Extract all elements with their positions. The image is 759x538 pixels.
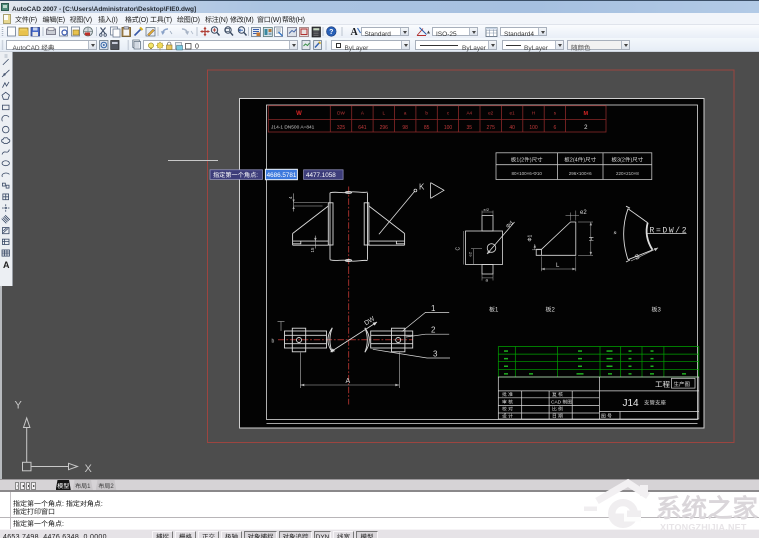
svg-text:板3(2件)尺寸: 板3(2件)尺寸 <box>612 155 644 163</box>
svg-text:a: a <box>404 110 407 116</box>
svg-text:C: C <box>455 246 462 250</box>
svg-text:40: 40 <box>509 123 515 130</box>
svg-text:板3: 板3 <box>652 304 662 313</box>
svg-text:W: W <box>296 108 302 117</box>
svg-text:日 期: 日 期 <box>552 412 563 419</box>
svg-text:生产图: 生产图 <box>674 380 691 388</box>
svg-text:e2: e2 <box>580 207 587 216</box>
svg-text:H: H <box>532 110 535 116</box>
svg-text:DW: DW <box>337 110 345 116</box>
svg-text:100: 100 <box>444 123 453 130</box>
svg-text:J14: J14 <box>623 398 640 409</box>
svg-text:R=DW/2: R=DW/2 <box>650 226 687 235</box>
svg-text:80×100×6-Φ10: 80×100×6-Φ10 <box>512 171 543 177</box>
svg-text:X: X <box>85 463 93 475</box>
svg-text:3: 3 <box>433 348 438 359</box>
svg-text:复 核: 复 核 <box>552 391 563 398</box>
svg-text:b: b <box>425 110 428 116</box>
svg-text:L: L <box>383 110 386 116</box>
svg-text:审 核: 审 核 <box>502 398 513 405</box>
svg-text:b: b <box>272 337 275 344</box>
svg-text:1: 1 <box>431 302 436 313</box>
svg-text:296: 296 <box>380 123 389 130</box>
svg-text:98: 98 <box>402 123 408 130</box>
svg-text:275: 275 <box>487 123 496 130</box>
svg-text:板1: 板1 <box>489 304 499 313</box>
svg-text:设 计: 设 计 <box>502 412 513 419</box>
svg-text:296×100×6: 296×100×6 <box>569 171 592 177</box>
svg-text:e2: e2 <box>488 110 494 116</box>
svg-text:支管支座: 支管支座 <box>644 398 667 406</box>
svg-text:K: K <box>419 181 425 192</box>
svg-text:e/2: e/2 <box>484 207 490 213</box>
svg-text:Φ1: Φ1 <box>527 234 534 241</box>
svg-text:4477.1058: 4477.1058 <box>306 172 336 179</box>
svg-text:35: 35 <box>467 123 473 130</box>
svg-text:325: 325 <box>337 123 346 130</box>
svg-text:0: 0 <box>195 43 199 50</box>
svg-text:图 号: 图 号 <box>601 412 612 419</box>
svg-text:工程: 工程 <box>655 379 670 390</box>
svg-text:校 对: 校 对 <box>502 405 513 412</box>
svg-text:Y: Y <box>15 399 23 411</box>
svg-text:15: 15 <box>310 246 316 252</box>
svg-text:A: A <box>3 260 10 270</box>
svg-text:比 例: 比 例 <box>552 405 563 412</box>
svg-text:220×210×8: 220×210×8 <box>616 171 639 177</box>
svg-text:4686.5781: 4686.5781 <box>267 172 297 179</box>
svg-text:板2(4件)尺寸: 板2(4件)尺寸 <box>564 155 596 163</box>
svg-text:6: 6 <box>554 123 557 130</box>
svg-text:2: 2 <box>431 324 436 335</box>
svg-text:CAD 制图: CAD 制图 <box>551 398 572 405</box>
svg-text:?: ? <box>329 27 333 37</box>
svg-text:A4: A4 <box>466 110 472 116</box>
svg-text:100: 100 <box>529 123 538 130</box>
svg-text:M: M <box>584 109 589 117</box>
svg-text:指定第一个角点:: 指定第一个角点: <box>213 170 258 179</box>
svg-text:板2: 板2 <box>546 304 556 313</box>
svg-text:批 准: 批 准 <box>502 391 513 398</box>
svg-text:A: A <box>346 376 351 386</box>
svg-text:e1: e1 <box>510 110 516 116</box>
svg-text:85: 85 <box>424 123 430 130</box>
svg-text:J14-1 DN500 A=841: J14-1 DN500 A=841 <box>271 123 315 130</box>
svg-text:H: H <box>587 236 596 240</box>
svg-text:e2: e2 <box>468 251 474 256</box>
svg-text:板1(2件)尺寸: 板1(2件)尺寸 <box>511 155 543 163</box>
svg-text:641: 641 <box>358 123 367 130</box>
